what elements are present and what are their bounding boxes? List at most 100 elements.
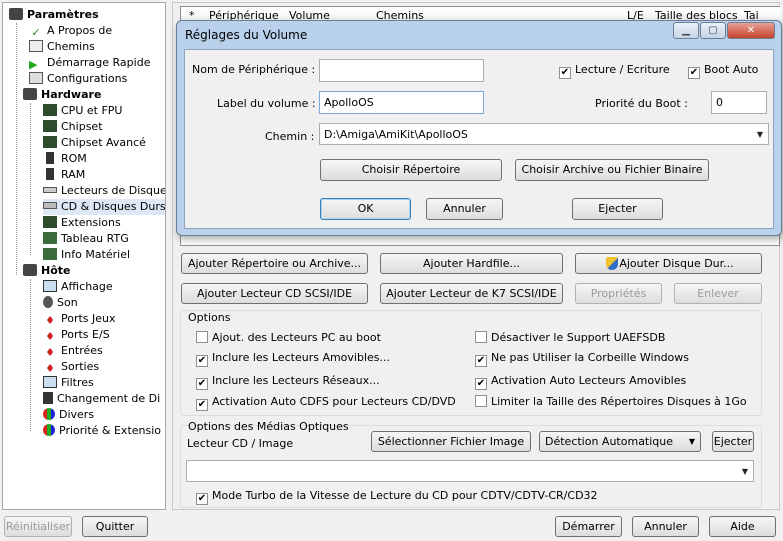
choose-archive-button[interactable]: Choisir Archive ou Fichier Binaire	[515, 159, 709, 181]
tree-item-cpu[interactable]: CPU et FPU	[43, 103, 122, 119]
option-checkbox[interactable]: Ajout. des Lecteurs PC au boot	[196, 331, 381, 345]
option-checkbox[interactable]: ✔ Activation Auto CDFS pour Lecteurs CD/D…	[196, 395, 456, 411]
cd-drive-icon	[43, 202, 57, 209]
detection-select[interactable]: Détection Automatique ▼	[539, 431, 701, 452]
checkmark-icon[interactable]: ✔	[196, 399, 208, 411]
tree-host[interactable]: Hôte	[23, 263, 70, 279]
properties-button[interactable]: Propriétés	[575, 283, 662, 304]
tree-item-paths[interactable]: Chemins	[29, 39, 95, 55]
add-harddisk-button[interactable]: Ajouter Disque Dur...	[575, 253, 762, 274]
tree-item-filters[interactable]: Filtres	[43, 375, 94, 391]
joystick-icon: ♦	[45, 346, 55, 359]
option-checkbox[interactable]: ✔ Activation Auto Lecteurs Amovibles	[475, 374, 686, 390]
add-cd-button[interactable]: Ajouter Lecteur CD SCSI/IDE	[181, 283, 368, 304]
start-button[interactable]: Démarrer	[555, 516, 622, 537]
priority-icon	[43, 424, 55, 436]
floppy-drive-icon	[43, 187, 57, 193]
joystick-icon: ♦	[45, 330, 55, 343]
tree-item-sound[interactable]: Son	[43, 295, 78, 311]
volume-label-input[interactable]: ApolloOS	[319, 91, 484, 114]
boot-priority-input[interactable]: 0	[711, 91, 767, 114]
option-checkbox[interactable]: ✔ Inclure les Lecteurs Amovibles...	[196, 351, 390, 367]
checkmark-icon[interactable]: ✔	[688, 67, 700, 79]
device-name-input[interactable]	[319, 59, 484, 82]
eject-button[interactable]: Ejecter	[712, 431, 754, 452]
help-button[interactable]: Aide	[709, 516, 776, 537]
rom-icon	[46, 152, 54, 164]
joystick-icon: ♦	[45, 362, 55, 375]
tree-item-about[interactable]: ✓ A Propos de	[29, 23, 112, 39]
tree-item-priority[interactable]: Priorité & Extensio	[43, 423, 161, 439]
tree-item-configs[interactable]: Configurations	[29, 71, 127, 87]
option-checkbox[interactable]: Limiter la Taille des Répertoires Disque…	[475, 395, 747, 409]
tree-item-outputs[interactable]: ♦ Sorties	[43, 359, 99, 375]
cancel-button[interactable]: Annuler	[632, 516, 699, 537]
option-checkbox[interactable]: ✔ Ne pas Utiliser la Corbeille Windows	[475, 351, 689, 367]
computer-icon	[23, 88, 37, 100]
tree-item-rtg[interactable]: Tableau RTG	[43, 231, 129, 247]
add-directory-button[interactable]: Ajouter Répertoire ou Archive...	[181, 253, 368, 274]
tree-item-chipset[interactable]: Chipset	[43, 119, 103, 135]
tree-hardware[interactable]: Hardware	[23, 87, 101, 103]
rw-checkbox[interactable]: ✔ Lecture / Ecriture	[559, 63, 670, 79]
close-button[interactable]: ✕	[727, 22, 775, 39]
computer-icon	[9, 8, 23, 20]
tree-item-quickstart[interactable]: ▶ Démarrage Rapide	[29, 55, 150, 71]
ram-icon	[46, 168, 54, 180]
floppy-icon	[43, 392, 53, 404]
checkmark-icon[interactable]: ✔	[196, 355, 208, 367]
tree-item-rom[interactable]: ROM	[43, 151, 87, 167]
volume-settings-dialog: Réglages du Volume ▁ ▢ ✕ Nom de Périphér…	[176, 20, 782, 236]
tree-item-inputs[interactable]: ♦ Entrées	[43, 343, 103, 359]
option-checkbox[interactable]: ✔ Inclure les Lecteurs Réseaux...	[196, 374, 380, 390]
chip-icon	[43, 216, 57, 228]
boot-priority-label: Priorité du Boot :	[595, 97, 688, 110]
checkmark-icon[interactable]: ✔	[196, 493, 208, 505]
tree-item-adv-chipset[interactable]: Chipset Avancé	[43, 135, 146, 151]
dialog-cancel-button[interactable]: Annuler	[426, 198, 503, 220]
dialog-eject-button[interactable]: Ejecter	[572, 198, 663, 220]
tree-item-expansions[interactable]: Extensions	[43, 215, 121, 231]
cd-label: Lecteur CD / Image	[187, 437, 294, 450]
tree-item-misc[interactable]: Divers	[43, 407, 94, 423]
boot-auto-checkbox[interactable]: ✔ Boot Auto	[688, 63, 758, 79]
ok-button[interactable]: OK	[320, 198, 411, 220]
checkbox-box[interactable]	[475, 331, 487, 343]
tree-item-io-ports[interactable]: ♦ Ports E/S	[43, 327, 110, 343]
quit-button[interactable]: Quitter	[82, 516, 148, 537]
settings-tree[interactable]: Paramètres ✓ A Propos de Chemins ▶ Démarra…	[2, 2, 166, 510]
checkbox-box[interactable]	[196, 331, 208, 343]
path-combo[interactable]: D:\Amiga\AmiKit\ApolloOS ▼	[319, 123, 769, 145]
play-icon: ▶	[29, 58, 38, 71]
tree-item-ram[interactable]: RAM	[43, 167, 85, 183]
maximize-button[interactable]: ▢	[700, 22, 726, 39]
tree-item-hwinfo[interactable]: Info Matériel	[43, 247, 130, 263]
tree-root[interactable]: Paramètres	[9, 7, 99, 23]
select-image-button[interactable]: Sélectionner Fichier Image	[371, 431, 531, 452]
tree-item-gameports[interactable]: ♦ Ports Jeux	[43, 311, 115, 327]
checkmark-icon[interactable]: ✔	[196, 378, 208, 390]
reset-button[interactable]: Réinitialiser	[4, 516, 72, 537]
chevron-down-icon: ▼	[756, 130, 763, 139]
tree-item-disk-swapper[interactable]: Changement de Di	[43, 391, 160, 407]
board-icon	[43, 248, 57, 260]
chevron-down-icon: ▼	[741, 467, 748, 476]
tree-item-floppy[interactable]: Lecteurs de Disque	[43, 183, 165, 199]
checkmark-icon[interactable]: ✔	[475, 355, 487, 367]
close-icon: ✕	[746, 25, 756, 36]
add-hardfile-button[interactable]: Ajouter Hardfile...	[380, 253, 563, 274]
checkmark-icon[interactable]: ✔	[559, 67, 571, 79]
turbo-checkbox[interactable]: ✔ Mode Turbo de la Vitesse de Lecture du …	[196, 489, 598, 505]
add-tape-button[interactable]: Ajouter Lecteur de K7 SCSI/IDE	[380, 283, 563, 304]
tree-item-harddisks[interactable]: CD & Disques Durs	[43, 199, 165, 215]
checkbox-box[interactable]	[475, 395, 487, 407]
remove-button[interactable]: Enlever	[674, 283, 762, 304]
minimize-button[interactable]: ▁	[673, 22, 699, 39]
choose-directory-button[interactable]: Choisir Répertoire	[320, 159, 502, 181]
checkmark-icon[interactable]: ✔	[475, 378, 487, 390]
tree-item-display[interactable]: Affichage	[43, 279, 113, 295]
shield-icon	[606, 257, 618, 270]
chevron-down-icon: ▼	[688, 437, 695, 446]
option-checkbox[interactable]: Désactiver le Support UAEFSDB	[475, 331, 665, 345]
cd-path-combo[interactable]: ▼	[186, 460, 754, 482]
